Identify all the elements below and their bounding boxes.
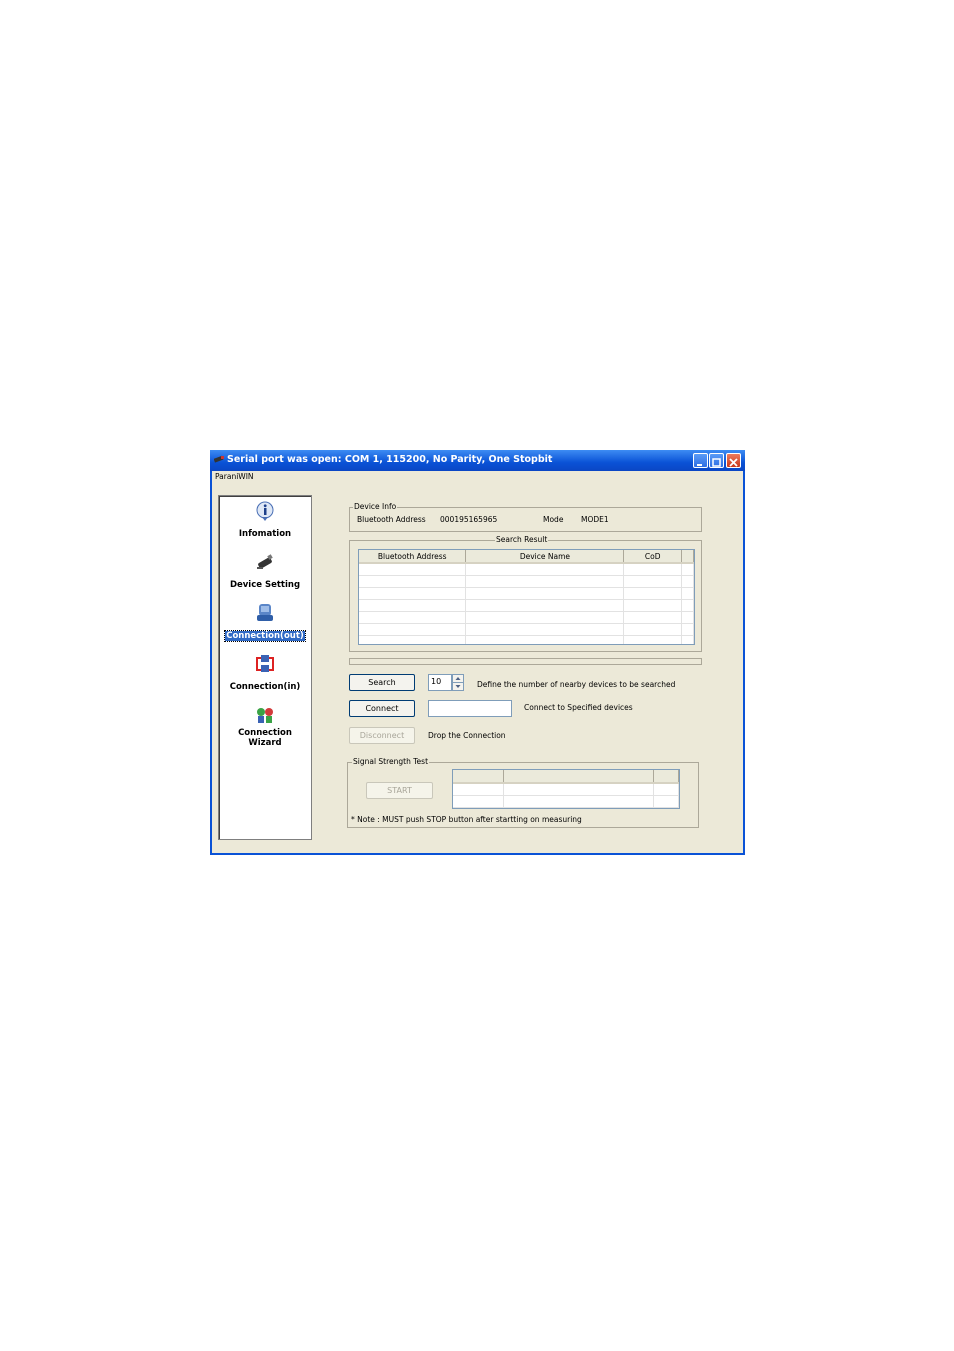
- maximize-button[interactable]: [709, 453, 724, 468]
- col-device-name[interactable]: Device Name: [465, 550, 625, 564]
- close-button[interactable]: [726, 453, 741, 468]
- sidebar-item-label: Device Setting: [229, 580, 301, 590]
- info-icon: [256, 501, 274, 521]
- wizard-icon: [257, 708, 273, 723]
- signal-col-1[interactable]: [453, 770, 504, 784]
- table-row: [359, 635, 694, 644]
- sidebar-item-device-setting[interactable]: Device Setting: [219, 552, 311, 591]
- search-count-value: 10: [431, 677, 442, 686]
- spin-up-down-icon: [452, 674, 464, 691]
- bt-address-label: Bluetooth Address: [357, 515, 426, 524]
- window-title: Serial port was open: COM 1, 115200, No …: [227, 454, 553, 465]
- client-area: ParaniWIN Infomation Device Setting Conn…: [212, 471, 743, 853]
- table-row: [453, 795, 679, 808]
- sidebar-item-connection-out[interactable]: Connection(out): [219, 603, 311, 642]
- signal-col-2[interactable]: [503, 770, 655, 784]
- search-result-label: Search Result: [495, 535, 549, 544]
- sidebar-item-label: Connection(in): [229, 682, 301, 692]
- minimize-button[interactable]: [693, 453, 708, 468]
- col-cod[interactable]: CoD: [623, 550, 683, 564]
- sidebar-item-connection-wizard[interactable]: Connection Wizard: [219, 705, 311, 749]
- serial-port-icon: [214, 455, 224, 463]
- close-icon: [729, 458, 738, 467]
- table-row: [359, 587, 694, 600]
- search-result-list[interactable]: Bluetooth Address Device Name CoD: [358, 549, 695, 645]
- search-progress-bar: [349, 658, 702, 665]
- col-filler: [681, 550, 694, 564]
- table-row: [359, 563, 694, 576]
- table-row: [453, 783, 679, 796]
- signal-col-3[interactable]: [653, 770, 679, 784]
- sidebar-nav: Infomation Device Setting Connection(out…: [218, 495, 312, 840]
- spin-buttons[interactable]: [452, 674, 464, 691]
- sidebar-item-connection-in[interactable]: Connection(in): [219, 654, 311, 693]
- app-window: Serial port was open: COM 1, 115200, No …: [210, 450, 745, 855]
- menu-bar: ParaniWIN: [212, 471, 743, 483]
- table-row: [359, 623, 694, 636]
- bluetooth-dongle-icon: [257, 554, 273, 569]
- signal-test-label: Signal Strength Test: [352, 757, 430, 766]
- table-row: [359, 611, 694, 624]
- menu-paraniwin[interactable]: ParaniWIN: [215, 472, 254, 481]
- start-button[interactable]: START: [366, 782, 433, 799]
- maximize-icon: [712, 458, 721, 467]
- signal-result-list[interactable]: [452, 769, 680, 809]
- search-button[interactable]: Search: [349, 674, 415, 691]
- sidebar-item-information[interactable]: Infomation: [219, 501, 311, 540]
- sidebar-item-label: Connection(out): [224, 630, 306, 642]
- col-bt-address[interactable]: Bluetooth Address: [359, 550, 467, 564]
- signal-test-note: * Note : MUST push STOP button after sta…: [351, 815, 582, 824]
- bt-address-value: 000195165965: [440, 515, 498, 524]
- device-info-group: Device Info Bluetooth Address 0001951659…: [349, 502, 702, 532]
- sidebar-item-label: Connection Wizard: [238, 728, 292, 748]
- table-row: [359, 599, 694, 612]
- connection-out-icon: [257, 604, 273, 621]
- disconnect-button[interactable]: Disconnect: [349, 727, 415, 744]
- mode-label: Mode: [543, 515, 564, 524]
- search-result-group: Search Result Bluetooth Address Device N…: [349, 535, 702, 652]
- title-bar[interactable]: Serial port was open: COM 1, 115200, No …: [210, 450, 745, 471]
- connection-in-icon: [256, 655, 274, 672]
- connect-address-input[interactable]: [428, 700, 512, 717]
- connect-button[interactable]: Connect: [349, 700, 415, 717]
- disconnect-description: Drop the Connection: [428, 731, 506, 740]
- search-count-spinner[interactable]: 10: [428, 674, 452, 691]
- device-info-label: Device Info: [353, 502, 398, 511]
- mode-value: MODE1: [581, 515, 609, 524]
- minimize-icon: [697, 464, 702, 466]
- connect-description: Connect to Specified devices: [524, 703, 633, 712]
- signal-test-group: Signal Strength Test START * Note : MUST…: [347, 757, 699, 828]
- search-description: Define the number of nearby devices to b…: [477, 680, 676, 689]
- table-row: [359, 575, 694, 588]
- sidebar-item-label: Infomation: [238, 529, 292, 539]
